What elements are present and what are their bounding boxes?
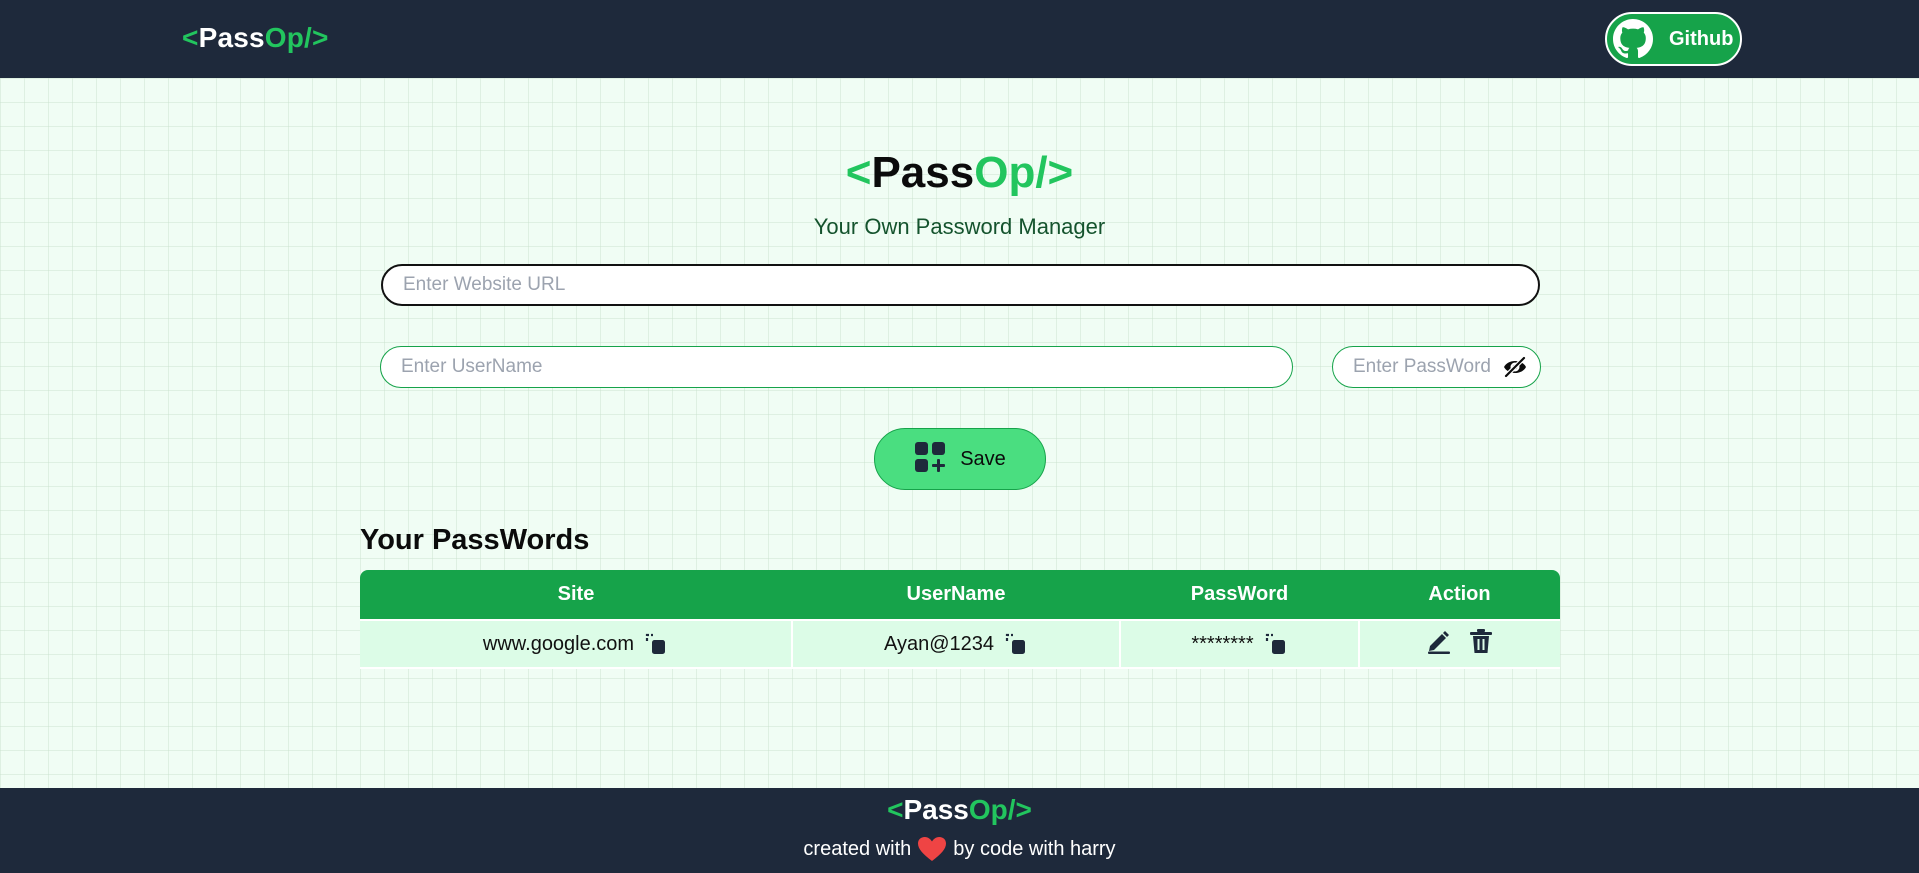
logo-bracket-close: > [312, 22, 329, 53]
footer-logo: <PassOp/> [0, 794, 1919, 826]
footer-credit: created with by code with harry [0, 836, 1919, 862]
table-header-row: Site UserName PassWord Action [360, 570, 1560, 620]
save-button[interactable]: Save [874, 428, 1046, 490]
navbar: <PassOp/> Github [0, 0, 1919, 78]
page-logo: <PassOp/> [0, 148, 1919, 198]
page-subtitle: Your Own Password Manager [813, 214, 1106, 239]
site-cell: www.google.com [360, 619, 793, 669]
password-field [1332, 346, 1541, 388]
credit-author-text: by code with harry [953, 837, 1116, 860]
logo-op: Op/ [968, 794, 1016, 825]
logo-pass: Pass [198, 22, 265, 53]
passwords-title: Your PassWords [360, 524, 590, 556]
logo-bracket-close: > [1015, 794, 1032, 825]
column-header-action: Action [1359, 570, 1560, 620]
created-with-text: created with [803, 837, 912, 860]
copy-icon[interactable] [644, 632, 668, 656]
website-url-input[interactable] [381, 264, 1540, 306]
logo-bracket-close: > [1047, 148, 1074, 197]
logo-bracket-open: < [887, 794, 904, 825]
table-row: www.google.com Ayan@1234 ******** [360, 619, 1560, 669]
username-cell: Ayan@1234 [791, 619, 1121, 669]
trash-icon[interactable] [1467, 627, 1495, 655]
logo-op: Op/ [264, 22, 313, 53]
logo-op: Op/ [974, 148, 1048, 197]
github-icon [1611, 17, 1655, 61]
main-content: <PassOp/> Your Own Password Manager Ente… [0, 78, 1919, 788]
logo-pass: Pass [871, 148, 975, 197]
logo-bracket-open: < [182, 22, 199, 53]
passwords-table: Site UserName PassWord Action www.google… [360, 570, 1560, 669]
edit-icon[interactable] [1425, 627, 1453, 655]
password-cell: ******** [1119, 619, 1360, 669]
column-header-username: UserName [792, 570, 1120, 620]
logo-bracket-open: < [845, 148, 872, 197]
password-value[interactable]: ******** [1191, 633, 1253, 656]
github-button[interactable]: Github [1605, 12, 1742, 66]
add-grid-icon [914, 441, 946, 478]
copy-icon[interactable] [1004, 632, 1028, 656]
username-input[interactable] [380, 346, 1293, 388]
site-value[interactable]: www.google.com [483, 633, 634, 656]
nav-logo[interactable]: <PassOp/> [182, 22, 329, 54]
username-value[interactable]: Ayan@1234 [884, 633, 994, 656]
action-cell [1358, 619, 1560, 669]
heart-icon [917, 836, 947, 862]
save-label: Save [960, 447, 1006, 470]
github-label: Github [1669, 27, 1734, 50]
column-header-site: Site [360, 570, 792, 620]
logo-pass: Pass [903, 794, 969, 825]
copy-icon[interactable] [1264, 632, 1288, 656]
footer: <PassOp/> created with by code with harr… [0, 788, 1919, 873]
column-header-password: PassWord [1120, 570, 1359, 620]
eye-slash-icon[interactable] [1503, 356, 1527, 378]
